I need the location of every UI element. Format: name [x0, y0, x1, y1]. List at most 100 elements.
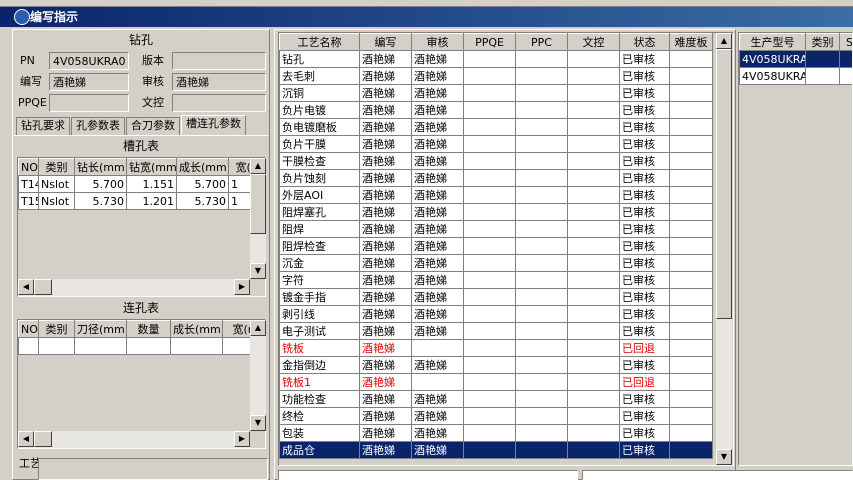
process-cell-review[interactable]: 酒艳娣: [411, 203, 464, 221]
process-cell[interactable]: [515, 237, 568, 255]
process-cell-review[interactable]: 酒艳娣: [411, 254, 464, 272]
process-cell[interactable]: [567, 288, 620, 306]
process-cell[interactable]: [567, 407, 620, 425]
process-cell[interactable]: [669, 84, 713, 102]
process-cell-name[interactable]: 终检: [279, 407, 360, 425]
process-cell[interactable]: [567, 373, 620, 391]
process-cell-writer[interactable]: 酒艳娣: [359, 118, 412, 136]
process-cell-review[interactable]: 酒艳娣: [411, 271, 464, 289]
process-cell[interactable]: [515, 339, 568, 357]
process-cell-status[interactable]: 已审核: [619, 288, 670, 306]
process-cell-name[interactable]: 铣板: [279, 339, 360, 357]
process-cell-writer[interactable]: 酒艳娣: [359, 203, 412, 221]
process-cell[interactable]: [669, 322, 713, 340]
process-cell[interactable]: [515, 152, 568, 170]
process-cell-review[interactable]: 酒艳娣: [411, 101, 464, 119]
table-row[interactable]: 终检 酒艳娣 酒艳娣 已审核: [279, 407, 713, 425]
process-cell[interactable]: [515, 50, 568, 68]
process-cell-status[interactable]: 已审核: [619, 237, 670, 255]
process-cell-status[interactable]: 已审核: [619, 441, 670, 459]
table-row[interactable]: [18, 337, 265, 355]
process-cell[interactable]: [515, 288, 568, 306]
process-cell-name[interactable]: 沉铜: [279, 84, 360, 102]
process-cell[interactable]: [567, 101, 620, 119]
table-row[interactable]: 功能检查 酒艳娣 酒艳娣 已审核: [279, 390, 713, 408]
process-cell[interactable]: [567, 390, 620, 408]
scroll-up-icon[interactable]: ▲: [250, 158, 266, 174]
process-cell-review[interactable]: 酒艳娣: [411, 441, 464, 459]
process-cell[interactable]: [669, 220, 713, 238]
process-cell[interactable]: [669, 169, 713, 187]
process-cell-name[interactable]: 沉金: [279, 254, 360, 272]
proc-col-difficulty[interactable]: 难度板: [669, 33, 713, 51]
process-cell[interactable]: [515, 356, 568, 374]
process-cell-status[interactable]: 已审核: [619, 135, 670, 153]
model-cell[interactable]: 4V058UKRA0: [739, 67, 806, 85]
process-cell-name[interactable]: 外层AOI: [279, 186, 360, 204]
table-row[interactable]: 负片电镀 酒艳娣 酒艳娣 已审核: [279, 101, 713, 119]
process-cell[interactable]: [567, 305, 620, 323]
process-cell[interactable]: [669, 441, 713, 459]
process-cell[interactable]: [463, 407, 516, 425]
process-cell-name[interactable]: 阻焊检查: [279, 237, 360, 255]
process-cell-name[interactable]: 镀金手指: [279, 288, 360, 306]
process-cell[interactable]: [463, 118, 516, 136]
process-memo-field[interactable]: [38, 458, 268, 480]
process-cell[interactable]: [515, 203, 568, 221]
process-cell[interactable]: [669, 101, 713, 119]
process-cell-name[interactable]: 金指倒边: [279, 356, 360, 374]
scroll-thumb[interactable]: [34, 431, 52, 447]
scroll-down-icon[interactable]: ▼: [250, 263, 266, 279]
process-cell-status[interactable]: 已审核: [619, 50, 670, 68]
process-cell-name[interactable]: 铣板1: [279, 373, 360, 391]
process-cell[interactable]: [567, 237, 620, 255]
process-cell-review[interactable]: 酒艳娣: [411, 67, 464, 85]
proc-col-review[interactable]: 审核: [411, 33, 464, 51]
model-col-production-model[interactable]: 生产型号: [739, 33, 806, 51]
process-cell-writer[interactable]: 酒艳娣: [359, 407, 412, 425]
process-cell[interactable]: [669, 203, 713, 221]
process-cell-writer[interactable]: 酒艳娣: [359, 356, 412, 374]
table-row[interactable]: 干膜检查 酒艳娣 酒艳娣 已审核: [279, 152, 713, 170]
process-cell-status[interactable]: 已审核: [619, 407, 670, 425]
process-cell-writer[interactable]: 酒艳娣: [359, 373, 412, 391]
slot-cell[interactable]: Nslot: [38, 192, 75, 210]
table-row[interactable]: 4V058UKRA0: [739, 50, 852, 68]
process-cell-writer[interactable]: 酒艳娣: [359, 220, 412, 238]
process-cell[interactable]: [567, 169, 620, 187]
process-cell-name[interactable]: 去毛刺: [279, 67, 360, 85]
process-cell-writer[interactable]: 酒艳娣: [359, 339, 412, 357]
process-cell[interactable]: [463, 271, 516, 289]
process-cell-writer[interactable]: 酒艳娣: [359, 152, 412, 170]
process-cell-status[interactable]: 已审核: [619, 186, 670, 204]
process-cell[interactable]: [669, 288, 713, 306]
slot-cell[interactable]: 5.700: [176, 175, 229, 193]
slot-col-drill-length[interactable]: 钻长(mm): [74, 158, 127, 176]
table-row[interactable]: 沉铜 酒艳娣 酒艳娣 已审核: [279, 84, 713, 102]
model-cell[interactable]: 4V058UKRA0: [739, 50, 806, 68]
table-row[interactable]: 负电镀磨板 酒艳娣 酒艳娣 已审核: [279, 118, 713, 136]
process-cell-name[interactable]: 阻焊: [279, 220, 360, 238]
process-cell[interactable]: [463, 203, 516, 221]
slot-horizontal-scrollbar[interactable]: ◀ ▶: [18, 279, 250, 296]
process-cell-status[interactable]: 已审核: [619, 356, 670, 374]
model-status-field[interactable]: [582, 470, 853, 480]
process-cell-name[interactable]: 干膜检查: [279, 152, 360, 170]
table-row[interactable]: 阻焊检查 酒艳娣 酒艳娣 已审核: [279, 237, 713, 255]
table-row[interactable]: 去毛刺 酒艳娣 酒艳娣 已审核: [279, 67, 713, 85]
process-cell[interactable]: [567, 339, 620, 357]
scroll-thumb[interactable]: [716, 49, 732, 319]
process-cell-name[interactable]: 字符: [279, 271, 360, 289]
process-cell-review[interactable]: 酒艳娣: [411, 152, 464, 170]
table-row[interactable]: 4V058UKRA0: [739, 67, 852, 85]
process-cell-status[interactable]: 已审核: [619, 118, 670, 136]
process-cell[interactable]: [463, 220, 516, 238]
process-cell-review[interactable]: 酒艳娣: [411, 237, 464, 255]
process-cell-status[interactable]: 已审核: [619, 203, 670, 221]
proc-col-name[interactable]: 工艺名称: [279, 33, 360, 51]
chain-col-quantity[interactable]: 数量: [126, 320, 171, 338]
process-cell[interactable]: [463, 322, 516, 340]
process-cell-writer[interactable]: 酒艳娣: [359, 169, 412, 187]
slot-cell[interactable]: Nslot: [38, 175, 75, 193]
table-row[interactable]: 包装 酒艳娣 酒艳娣 已审核: [279, 424, 713, 442]
